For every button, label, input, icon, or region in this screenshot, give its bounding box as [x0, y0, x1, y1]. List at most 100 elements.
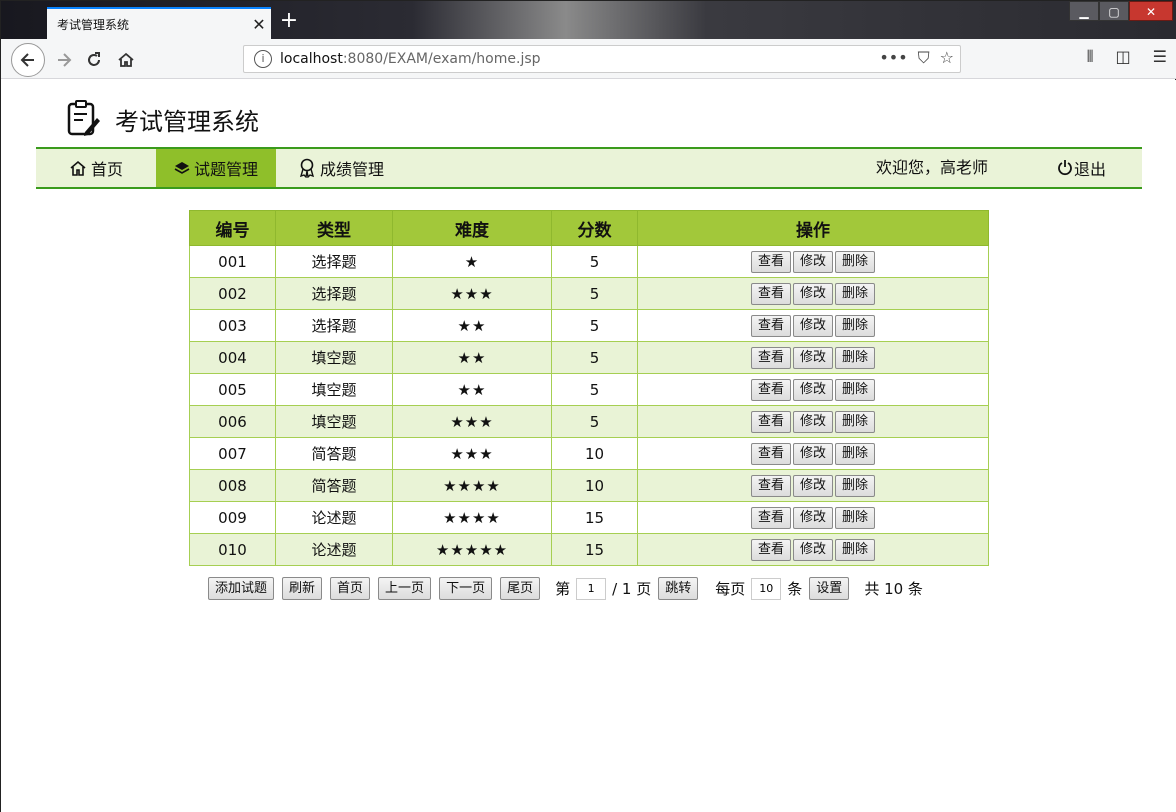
table-header-row: 编号 类型 难度 分数 操作 — [189, 210, 989, 246]
cell-id: 008 — [189, 469, 276, 502]
cell-type: 简答题 — [275, 469, 393, 502]
close-icon[interactable]: ✕ — [247, 15, 271, 34]
edit-button[interactable]: 修改 — [792, 506, 833, 529]
cell-actions: 查看 修改 删除 — [637, 341, 989, 374]
view-button[interactable]: 查看 — [750, 378, 791, 401]
minimize-icon[interactable]: ▁ — [1069, 1, 1099, 21]
delete-button[interactable]: 删除 — [835, 474, 876, 497]
cell-score: 5 — [551, 277, 638, 310]
page-number-input[interactable] — [576, 577, 607, 600]
header-actions: 操作 — [637, 210, 989, 246]
delete-button[interactable]: 删除 — [835, 442, 876, 465]
delete-button[interactable]: 删除 — [835, 410, 876, 433]
cell-difficulty: ★★ — [392, 373, 552, 406]
jump-button[interactable]: 跳转 — [658, 577, 699, 600]
delete-button[interactable]: 删除 — [835, 314, 876, 337]
cell-actions: 查看 修改 删除 — [637, 245, 989, 278]
browser-tab[interactable]: 考试管理系统 ✕ — [47, 7, 271, 39]
per-page-label: 每页 — [715, 580, 746, 598]
add-question-button[interactable]: 添加试题 — [208, 577, 275, 600]
url-host: localhost — [280, 51, 343, 67]
edit-button[interactable]: 修改 — [792, 378, 833, 401]
table-row: 006 填空题 ★★★ 5 查看 修改 删除 — [189, 405, 989, 438]
cell-type: 简答题 — [275, 437, 393, 470]
maximize-icon[interactable]: ▢ — [1099, 1, 1129, 21]
edit-button[interactable]: 修改 — [792, 442, 833, 465]
delete-button[interactable]: 删除 — [835, 506, 876, 529]
view-button[interactable]: 查看 — [750, 410, 791, 433]
header-id: 编号 — [189, 210, 276, 246]
view-button[interactable]: 查看 — [750, 538, 791, 561]
cell-id: 001 — [189, 245, 276, 278]
edit-button[interactable]: 修改 — [792, 538, 833, 561]
bookmark-star-icon[interactable]: ☆ — [940, 48, 954, 68]
set-page-size-button[interactable]: 设置 — [809, 577, 850, 600]
page-actions-icon[interactable]: ••• — [879, 48, 907, 68]
window-close-icon[interactable]: ✕ — [1129, 1, 1173, 21]
view-button[interactable]: 查看 — [750, 250, 791, 273]
cell-id: 002 — [189, 277, 276, 310]
cell-score: 15 — [551, 533, 638, 566]
menu-item-home[interactable]: 首页 — [36, 149, 156, 187]
delete-button[interactable]: 删除 — [835, 282, 876, 305]
reload-button[interactable] — [79, 45, 109, 75]
refresh-button[interactable]: 刷新 — [282, 577, 323, 600]
address-bar[interactable]: i localhost :8080/EXAM/exam/home.jsp •••… — [243, 45, 961, 73]
edit-button[interactable]: 修改 — [792, 346, 833, 369]
back-arrow-icon — [20, 53, 34, 67]
library-icon[interactable]: ⫴ — [1087, 47, 1094, 67]
edit-button[interactable]: 修改 — [792, 410, 833, 433]
next-page-button[interactable]: 下一页 — [439, 577, 493, 600]
view-button[interactable]: 查看 — [750, 314, 791, 337]
sidebar-icon[interactable]: ◫ — [1116, 47, 1131, 67]
cell-id: 009 — [189, 501, 276, 534]
table-row: 010 论述题 ★★★★★ 15 查看 修改 删除 — [189, 533, 989, 566]
cell-difficulty: ★★★★ — [392, 469, 552, 502]
delete-button[interactable]: 删除 — [835, 346, 876, 369]
logout-button[interactable]: 退出 — [1056, 149, 1106, 187]
delete-button[interactable]: 删除 — [835, 250, 876, 273]
menu-label-home: 首页 — [90, 160, 123, 179]
view-button[interactable]: 查看 — [750, 506, 791, 529]
header-score: 分数 — [551, 210, 638, 246]
edit-button[interactable]: 修改 — [792, 314, 833, 337]
table-row: 002 选择题 ★★★ 5 查看 修改 删除 — [189, 277, 989, 310]
new-tab-button[interactable]: + — [277, 9, 301, 33]
cell-type: 选择题 — [275, 309, 393, 342]
header-difficulty: 难度 — [392, 210, 552, 246]
cell-score: 5 — [551, 309, 638, 342]
home-button[interactable] — [111, 45, 141, 75]
first-page-button[interactable]: 首页 — [330, 577, 371, 600]
cell-difficulty: ★★★★ — [392, 501, 552, 534]
cell-actions: 查看 修改 删除 — [637, 501, 989, 534]
cell-id: 005 — [189, 373, 276, 406]
pocket-icon[interactable]: ⛉ — [918, 48, 930, 68]
forward-button[interactable] — [49, 45, 79, 75]
header-type: 类型 — [275, 210, 393, 246]
hamburger-menu-icon[interactable]: ☰ — [1153, 47, 1167, 67]
delete-button[interactable]: 删除 — [835, 538, 876, 561]
view-button[interactable]: 查看 — [750, 442, 791, 465]
edit-button[interactable]: 修改 — [792, 282, 833, 305]
last-page-button[interactable]: 尾页 — [500, 577, 541, 600]
per-page-input[interactable] — [751, 577, 782, 600]
info-icon[interactable]: i — [254, 50, 272, 68]
back-button[interactable] — [11, 43, 45, 77]
cell-score: 5 — [551, 341, 638, 374]
menu-item-questions[interactable]: 试题管理 — [156, 149, 276, 187]
edit-button[interactable]: 修改 — [792, 474, 833, 497]
reload-icon — [88, 52, 100, 66]
cell-actions: 查看 修改 删除 — [637, 277, 989, 310]
menu-item-scores[interactable]: 成绩管理 — [286, 149, 396, 187]
view-button[interactable]: 查看 — [750, 282, 791, 305]
delete-button[interactable]: 删除 — [835, 378, 876, 401]
edit-button[interactable]: 修改 — [792, 250, 833, 273]
main-menu: 首页 试题管理 成绩管理 欢迎您，高老师 退出 — [36, 147, 1142, 189]
view-button[interactable]: 查看 — [750, 346, 791, 369]
table-row: 001 选择题 ★ 5 查看 修改 删除 — [189, 245, 989, 278]
prev-page-button[interactable]: 上一页 — [378, 577, 432, 600]
cell-id: 003 — [189, 309, 276, 342]
url-path: :8080/EXAM/exam/home.jsp — [342, 51, 541, 67]
view-button[interactable]: 查看 — [750, 474, 791, 497]
cell-score: 5 — [551, 405, 638, 438]
